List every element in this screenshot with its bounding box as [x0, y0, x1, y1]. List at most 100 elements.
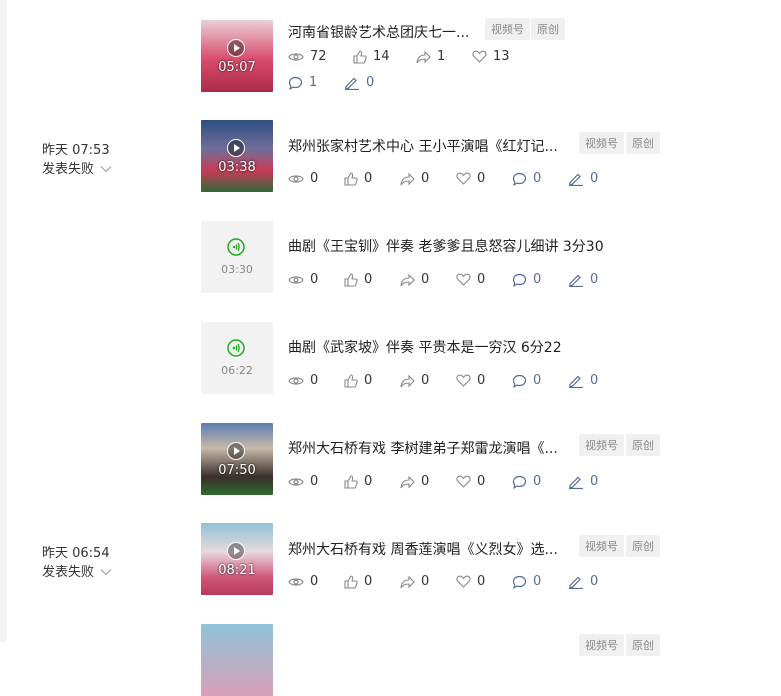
share-icon [400, 172, 415, 185]
article-title[interactable]: 郑州大石桥有戏 李树建弟子郑雷龙演唱《... [288, 438, 558, 458]
article-title[interactable]: 河南省银龄艺术总团庆七一... [288, 22, 469, 42]
eye-icon [288, 477, 304, 486]
thumbs-up-icon [344, 171, 358, 186]
likes-stat: 0 [344, 574, 372, 589]
favorites-stat: 0 [456, 574, 485, 589]
thumbs-up-icon [344, 272, 358, 287]
likes-stat: 0 [344, 171, 372, 186]
likes-stat: 0 [344, 474, 372, 489]
pen-icon [345, 77, 359, 90]
audio-duration: 06:22 [221, 364, 253, 377]
video-thumbnail[interactable] [201, 624, 273, 696]
comment-icon [512, 475, 527, 489]
audio-icon [227, 339, 245, 357]
video-duration: 05:07 [218, 60, 256, 75]
tag-channels: 视频号 [485, 18, 530, 40]
play-icon [227, 139, 245, 157]
thumbs-up-icon [344, 474, 358, 489]
share-icon [416, 50, 431, 63]
thumbs-up-icon [344, 373, 358, 388]
list-item: 昨天 06:54 发表失败 08:21 郑州大石桥有戏 周香莲演唱《义烈女》选.… [0, 523, 781, 595]
edit-stat[interactable]: 0 [344, 75, 374, 90]
list-item: 03:30 曲剧《王宝钏》伴奏 老爹爹且息怒容儿细讲 3分30 0 0 0 0 0 0 [0, 221, 781, 293]
likes-stat: 0 [344, 272, 372, 287]
publish-status[interactable]: 发表失败 [42, 158, 112, 177]
video-duration: 03:38 [218, 160, 256, 175]
audio-thumbnail[interactable]: 03:30 [201, 221, 273, 293]
comment-icon [512, 273, 527, 287]
play-icon [227, 542, 245, 560]
shares-stat: 0 [400, 474, 429, 489]
tag-original: 原创 [531, 18, 565, 40]
likes-stat: 14 [353, 49, 390, 64]
comment-icon [512, 374, 527, 388]
article-title[interactable]: 曲剧《武家坡》伴奏 平贵本是一穷汉 6分22 [288, 337, 562, 357]
list-item: 昨天 07:53 发表失败 03:38 郑州张家村艺术中心 王小平演唱《红灯记.… [0, 120, 781, 192]
article-title[interactable]: 郑州张家村艺术中心 王小平演唱《红灯记... [288, 136, 558, 156]
shares-stat: 0 [400, 171, 429, 186]
shares-stat: 0 [400, 272, 429, 287]
publish-time: 昨天 07:53 [42, 143, 110, 158]
video-thumbnail[interactable]: 07:50 [201, 423, 273, 495]
comment-icon [512, 172, 527, 186]
edit-stat[interactable]: 0 [568, 171, 598, 186]
shares-stat: 1 [416, 49, 445, 64]
comments-stat[interactable]: 0 [512, 272, 541, 287]
audio-icon [227, 238, 245, 256]
list-item: 05:07 河南省银龄艺术总团庆七一... 视频号 原创 72 14 1 13 … [0, 18, 781, 92]
pen-icon [569, 576, 583, 589]
video-thumbnail[interactable]: 03:38 [201, 120, 273, 192]
edit-stat[interactable]: 0 [568, 474, 598, 489]
share-icon [400, 374, 415, 387]
tag-original: 原创 [626, 132, 660, 154]
favorites-stat: 13 [472, 49, 510, 64]
shares-stat: 0 [400, 373, 429, 388]
views-stat: 72 [288, 49, 327, 64]
comments-stat[interactable]: 0 [512, 474, 541, 489]
shares-stat: 0 [400, 574, 429, 589]
tag-channels: 视频号 [579, 634, 624, 656]
comments-stat[interactable]: 0 [512, 373, 541, 388]
article-title[interactable]: 郑州大石桥有戏 周香莲演唱《义烈女》选... [288, 539, 558, 559]
publish-status[interactable]: 发表失败 [42, 561, 112, 580]
pen-icon [569, 476, 583, 489]
favorites-stat: 0 [456, 272, 485, 287]
pen-icon [569, 173, 583, 186]
heart-icon [456, 273, 471, 286]
video-thumbnail[interactable]: 05:07 [201, 20, 273, 92]
heart-icon [456, 172, 471, 185]
edit-stat[interactable]: 0 [568, 574, 598, 589]
list-item-partial: 视频号 原创 [0, 624, 781, 696]
play-icon [227, 39, 245, 57]
eye-icon [288, 577, 304, 586]
heart-icon [456, 374, 471, 387]
thumbs-up-icon [344, 574, 358, 589]
favorites-stat: 0 [456, 373, 485, 388]
heart-icon [456, 475, 471, 488]
share-icon [400, 475, 415, 488]
favorites-stat: 0 [456, 474, 485, 489]
thumbs-up-icon [353, 49, 367, 64]
eye-icon [288, 52, 304, 61]
views-stat: 0 [288, 574, 318, 589]
comments-stat[interactable]: 0 [512, 171, 541, 186]
audio-thumbnail[interactable]: 06:22 [201, 322, 273, 394]
comments-stat[interactable]: 0 [512, 574, 541, 589]
views-stat: 0 [288, 272, 318, 287]
chevron-down-icon [100, 565, 112, 580]
likes-stat: 0 [344, 373, 372, 388]
comments-stat[interactable]: 1 [288, 75, 317, 90]
views-stat: 0 [288, 474, 318, 489]
tag-original: 原创 [626, 434, 660, 456]
audio-duration: 03:30 [221, 263, 253, 276]
tag-channels: 视频号 [579, 132, 624, 154]
video-duration: 08:21 [218, 563, 256, 578]
tag-channels: 视频号 [579, 434, 624, 456]
edit-stat[interactable]: 0 [568, 272, 598, 287]
eye-icon [288, 376, 304, 385]
video-thumbnail[interactable]: 08:21 [201, 523, 273, 595]
article-title[interactable]: 曲剧《王宝钏》伴奏 老爹爹且息怒容儿细讲 3分30 [288, 236, 604, 256]
tag-original: 原创 [626, 634, 660, 656]
edit-stat[interactable]: 0 [568, 373, 598, 388]
video-duration: 07:50 [218, 463, 256, 478]
